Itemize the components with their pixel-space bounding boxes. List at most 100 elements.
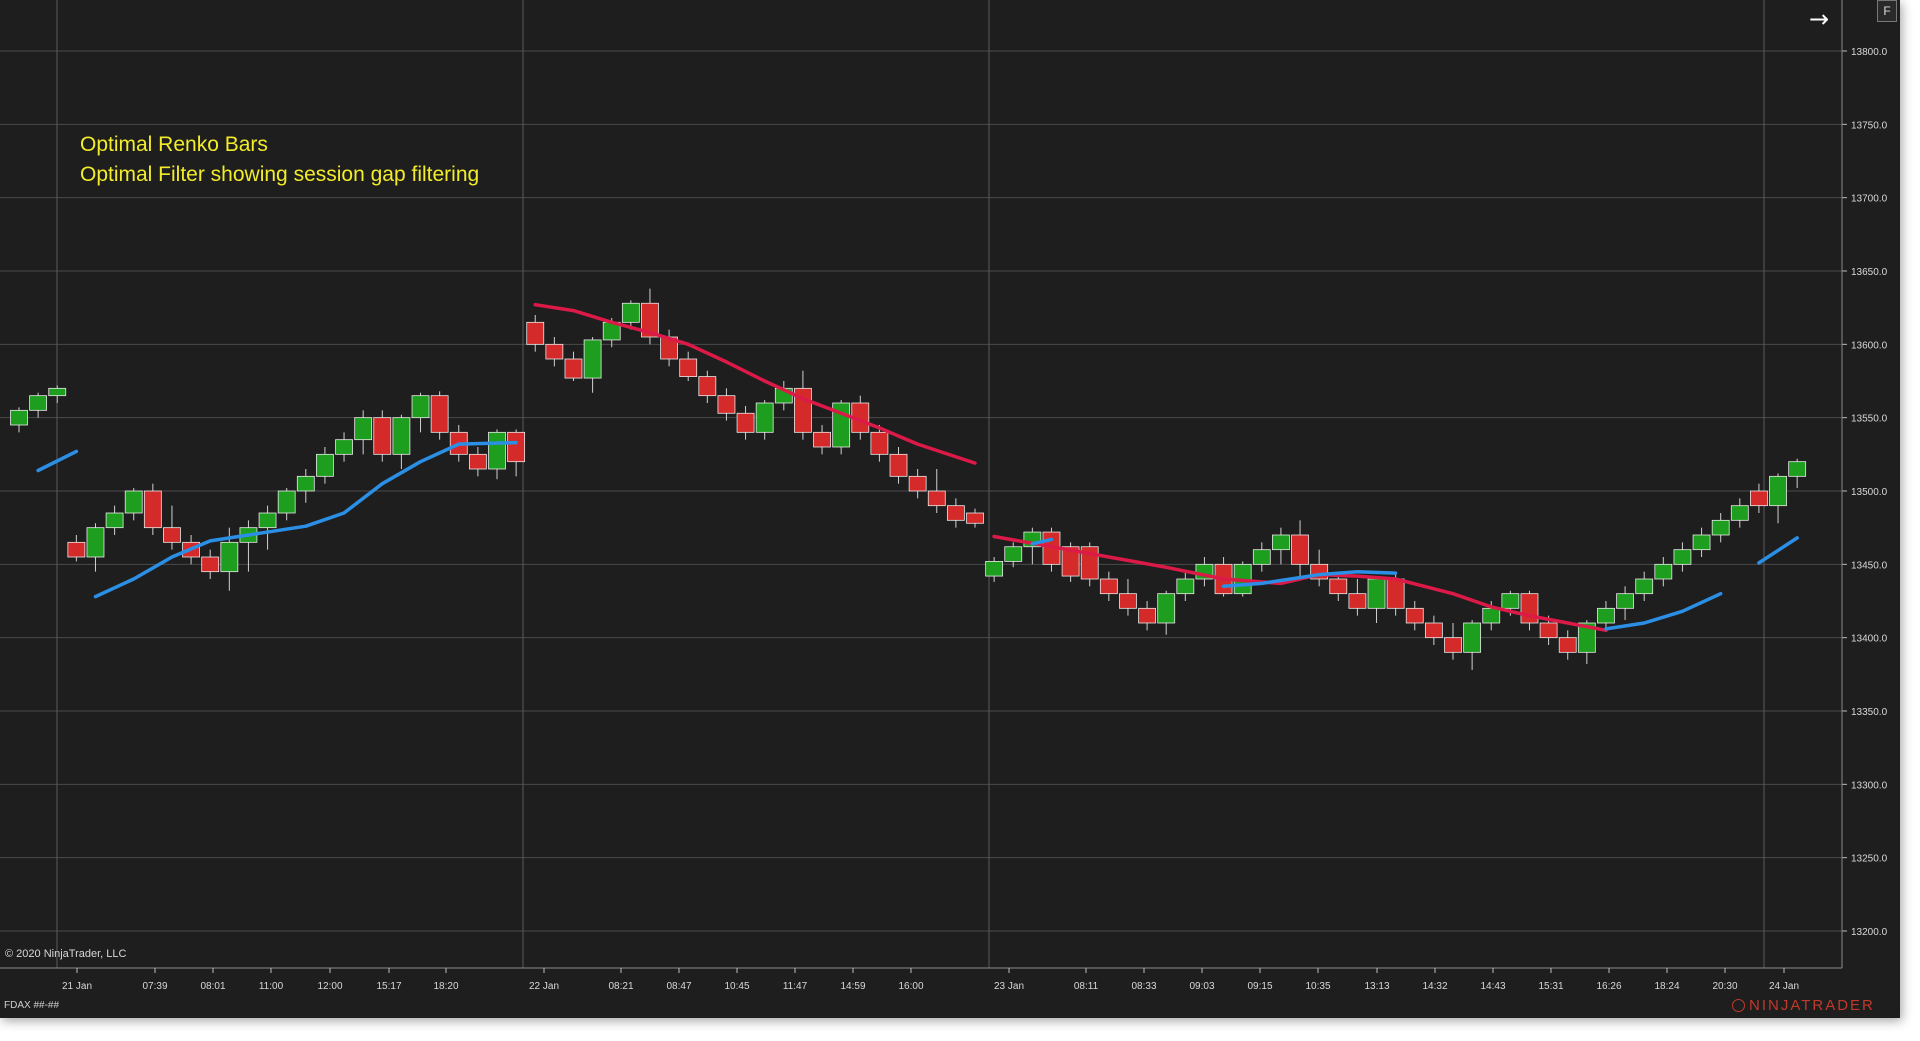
up-bar [277,490,296,514]
down-bar [1750,490,1768,507]
up-bar [1157,593,1176,624]
x-tick-label: 14:59 [840,981,865,992]
up-bar [411,395,430,419]
y-tick-label: 13300.0 [1851,780,1888,791]
down-bar [143,490,162,529]
up-bar [621,302,640,323]
up-bar [1654,563,1673,580]
price-chart: 13800.0 13750.0 13700.0 13650.0 13600.0 13550… [0,0,1888,992]
x-tick-label: 07:39 [142,981,167,992]
y-tick-label: 13650.0 [1851,267,1888,278]
up-bar [1367,578,1386,609]
x-tick-label: 09:15 [1247,981,1272,992]
x-tick-label: 09:03 [1189,981,1214,992]
arrow-right-icon[interactable]: → [1804,4,1834,34]
brand-name: NINJATRADER [1749,997,1875,1014]
chart-window: 13800.0 13750.0 13700.0 13650.0 13600.0 13550… [0,0,1900,1018]
down-bar [1539,622,1558,639]
down-bar [698,376,717,397]
down-bar [1099,578,1118,595]
up-bar [48,387,67,397]
x-tick-label: 08:21 [608,981,633,992]
y-tick-label: 13400.0 [1851,634,1888,645]
up-bar [1692,534,1711,551]
up-bar [1501,593,1520,609]
filter-line-up [1757,536,1799,565]
down-bar [889,453,908,477]
down-bar [1291,534,1309,565]
up-bar [1730,505,1749,521]
y-tick-label: 13500.0 [1851,487,1888,498]
up-bar [1463,622,1482,653]
x-tick-label: 10:35 [1305,981,1330,992]
up-bar [354,417,373,441]
down-bar [908,475,927,492]
down-bar [813,431,831,448]
x-tick-label: 18:24 [1654,981,1679,992]
ninjatrader-logo-icon [1732,999,1745,1012]
x-tick-label: 13:13 [1364,981,1389,992]
up-bar [392,417,411,455]
up-bar [583,339,602,379]
up-bar [1004,546,1023,562]
down-bar [1424,622,1443,639]
down-bar [564,358,583,379]
y-tick-label: 13800.0 [1851,47,1888,58]
y-tick-label: 13350.0 [1851,707,1888,718]
up-bar [1673,549,1692,565]
up-bar [10,409,28,426]
y-tick-label: 13750.0 [1851,120,1888,131]
x-tick-label: 20:30 [1712,981,1737,992]
y-tick-label: 13550.0 [1851,414,1888,425]
y-tick-label: 13600.0 [1851,340,1888,351]
optimal-filter [36,302,1799,633]
up-bar [258,512,277,529]
down-bar [966,512,984,524]
down-bar [468,453,487,470]
annotation-subtitle: Optimal Filter showing session gap filte… [80,163,480,186]
x-tick-label: 11:00 [259,981,284,992]
ninjatrader-logo: NINJATRADER [1732,997,1875,1014]
annotation-title: Optimal Renko Bars [80,133,268,156]
down-bar [1386,578,1405,609]
up-bar [1482,607,1501,624]
down-bar [1348,593,1367,609]
up-bar [488,431,506,470]
grid-lines: 13800.0 13750.0 13700.0 13650.0 13600.0 13550… [0,0,1888,968]
up-bar [985,561,1004,577]
down-bar [927,490,946,507]
up-bar [124,490,143,514]
x-tick-label: 15:17 [376,981,401,992]
x-tick-label: 16:00 [898,981,923,992]
x-tick-label: 08:01 [200,981,225,992]
y-tick-label: 13250.0 [1851,854,1888,865]
x-tick-label: 18:20 [433,981,458,992]
down-bar [1444,637,1462,653]
y-tick-label: 13200.0 [1851,927,1888,938]
up-bar [1252,549,1271,565]
up-bar [755,402,774,433]
f-button[interactable]: F [1877,0,1897,22]
x-tick-label: 22 Jan [529,981,559,992]
up-bar [1711,519,1730,536]
down-bar [1138,607,1156,624]
filter-line-down [533,302,977,465]
renko-bars [10,288,1807,670]
up-bar [335,439,353,455]
down-bar [870,431,889,455]
down-bar [679,358,698,378]
up-bar [105,512,124,529]
up-bar [1176,578,1195,595]
x-tick-label: 11:47 [783,981,808,992]
y-tick-label: 13450.0 [1851,560,1888,571]
down-bar [946,505,965,521]
x-tick-label: 21 Jan [62,981,92,992]
down-bar [1329,578,1348,595]
y-tick-label: 13700.0 [1851,194,1888,205]
instrument-label: FDAX ##-## [4,1000,60,1011]
up-bar [1788,461,1807,477]
x-tick-label: 08:11 [1074,981,1099,992]
down-bar [1119,593,1137,609]
x-tick-label: 14:32 [1422,981,1447,992]
down-bar [545,343,564,360]
